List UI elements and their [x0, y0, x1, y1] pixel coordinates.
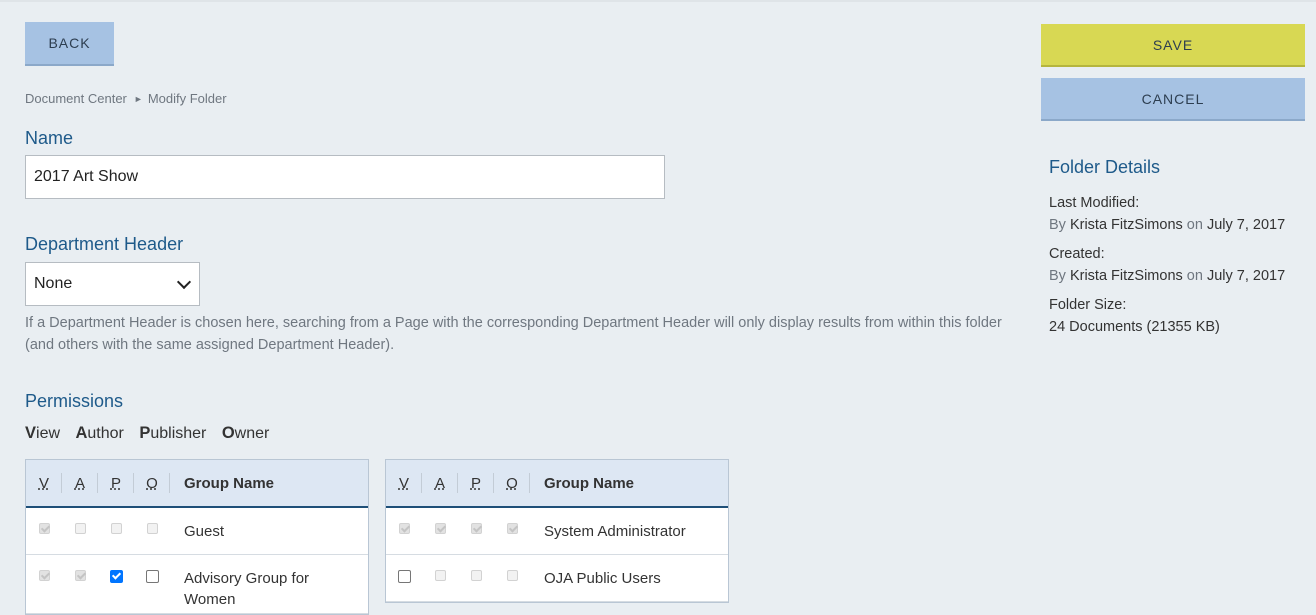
last-modified-label: Last Modified: — [1049, 195, 1140, 211]
folder-details-title: Folder Details — [1049, 157, 1161, 177]
legend-author: Author — [75, 424, 124, 442]
folder-size-value: 24 Documents (21355 KB) — [1049, 319, 1220, 335]
permission-checkbox-p — [470, 523, 482, 534]
permission-checkbox-v[interactable] — [397, 570, 411, 583]
group-name: System Administrator — [544, 523, 686, 540]
permission-cell-v — [26, 508, 62, 554]
permission-checkbox-p — [470, 570, 482, 581]
breadcrumb-current: Modify Folder — [147, 91, 227, 106]
column-group-name: Group Name — [184, 474, 275, 492]
created-label: Created: — [1049, 246, 1105, 262]
last-modified-info: By Krista FitzSimons on July 7, 2017 — [1049, 217, 1286, 233]
permission-checkbox-p — [110, 523, 122, 534]
department-header-value: None — [34, 275, 73, 292]
permission-cell-a — [62, 508, 98, 554]
permission-cell-o — [134, 508, 170, 554]
permissions-table-left: V A P O Group Name Guest Advisory Group f… — [25, 459, 369, 615]
permission-cell-v — [386, 555, 422, 601]
department-header-select[interactable]: None — [25, 262, 200, 306]
breadcrumb-separator-icon: ► — [133, 94, 143, 104]
permission-cell-a — [422, 508, 458, 554]
permission-checkbox-o — [506, 570, 518, 581]
group-name: Guest — [184, 523, 225, 540]
permission-cell-p — [98, 508, 134, 554]
folder-size-label: Folder Size: — [1049, 297, 1127, 313]
cancel-button[interactable]: CANCEL — [1041, 78, 1305, 121]
permission-checkbox-a — [74, 570, 86, 581]
table-row: System Administrator — [386, 508, 728, 555]
table-header: V A P O Group Name — [386, 460, 728, 508]
back-button[interactable]: BACK — [25, 22, 114, 66]
permission-checkbox-a — [434, 523, 446, 534]
permission-checkbox-o — [146, 523, 158, 534]
name-input[interactable] — [25, 155, 665, 199]
chevron-down-icon — [176, 274, 192, 289]
column-group-name: Group Name — [544, 474, 635, 492]
column-view: V — [26, 460, 62, 506]
last-modified-author: Krista FitzSimons — [1069, 217, 1183, 233]
permission-cell-o — [134, 555, 170, 613]
breadcrumb: Document Center ► Modify Folder — [25, 91, 227, 106]
legend-publisher: Publisher — [139, 424, 207, 442]
permission-cell-o — [494, 555, 530, 601]
permission-checkbox-v — [38, 523, 50, 534]
department-header-label: Department Header — [25, 234, 184, 254]
group-name: Advisory Group for Women — [184, 570, 310, 608]
permission-cell-a — [422, 555, 458, 601]
created-date: July 7, 2017 — [1206, 268, 1286, 284]
save-button[interactable]: SAVE — [1041, 24, 1305, 67]
permission-checkbox-v — [38, 570, 50, 581]
group-name: OJA Public Users — [544, 570, 661, 587]
last-modified-date: July 7, 2017 — [1206, 217, 1286, 233]
permission-cell-p — [98, 555, 134, 613]
created-author: Krista FitzSimons — [1069, 268, 1183, 284]
permissions-table-right: V A P O Group Name System Administrator O… — [385, 459, 729, 603]
column-owner: O — [494, 460, 530, 506]
column-view: V — [386, 460, 422, 506]
name-label: Name — [25, 128, 74, 148]
permission-cell-p — [458, 555, 494, 601]
table-header: V A P O Group Name — [26, 460, 368, 508]
table-row: Advisory Group for Women — [26, 555, 368, 614]
permission-checkbox-a — [74, 523, 86, 534]
column-author: A — [422, 460, 458, 506]
permission-checkbox-a — [434, 570, 446, 581]
permission-checkbox-v — [398, 523, 410, 534]
permission-checkbox-o — [506, 523, 518, 534]
permissions-legend: View Author Publisher Owner — [25, 424, 280, 443]
table-row: OJA Public Users — [386, 555, 728, 602]
table-row: Guest — [26, 508, 368, 555]
permission-cell-o — [494, 508, 530, 554]
permission-cell-a — [62, 555, 98, 613]
permission-checkbox-o[interactable] — [145, 570, 159, 583]
permission-cell-v — [386, 508, 422, 554]
permission-cell-v — [26, 555, 62, 613]
column-owner: O — [134, 460, 170, 506]
column-author: A — [62, 460, 98, 506]
column-publisher: P — [98, 460, 134, 506]
created-info: By Krista FitzSimons on July 7, 2017 — [1049, 268, 1286, 284]
permissions-label: Permissions — [25, 391, 124, 411]
breadcrumb-document-center[interactable]: Document Center — [25, 91, 127, 106]
legend-view: View — [25, 424, 61, 442]
department-header-help: If a Department Header is chosen here, s… — [25, 315, 1002, 353]
top-divider — [0, 0, 1316, 2]
column-publisher: P — [458, 460, 494, 506]
legend-owner: Owner — [221, 424, 270, 442]
permission-checkbox-p[interactable] — [109, 570, 123, 583]
permission-cell-p — [458, 508, 494, 554]
